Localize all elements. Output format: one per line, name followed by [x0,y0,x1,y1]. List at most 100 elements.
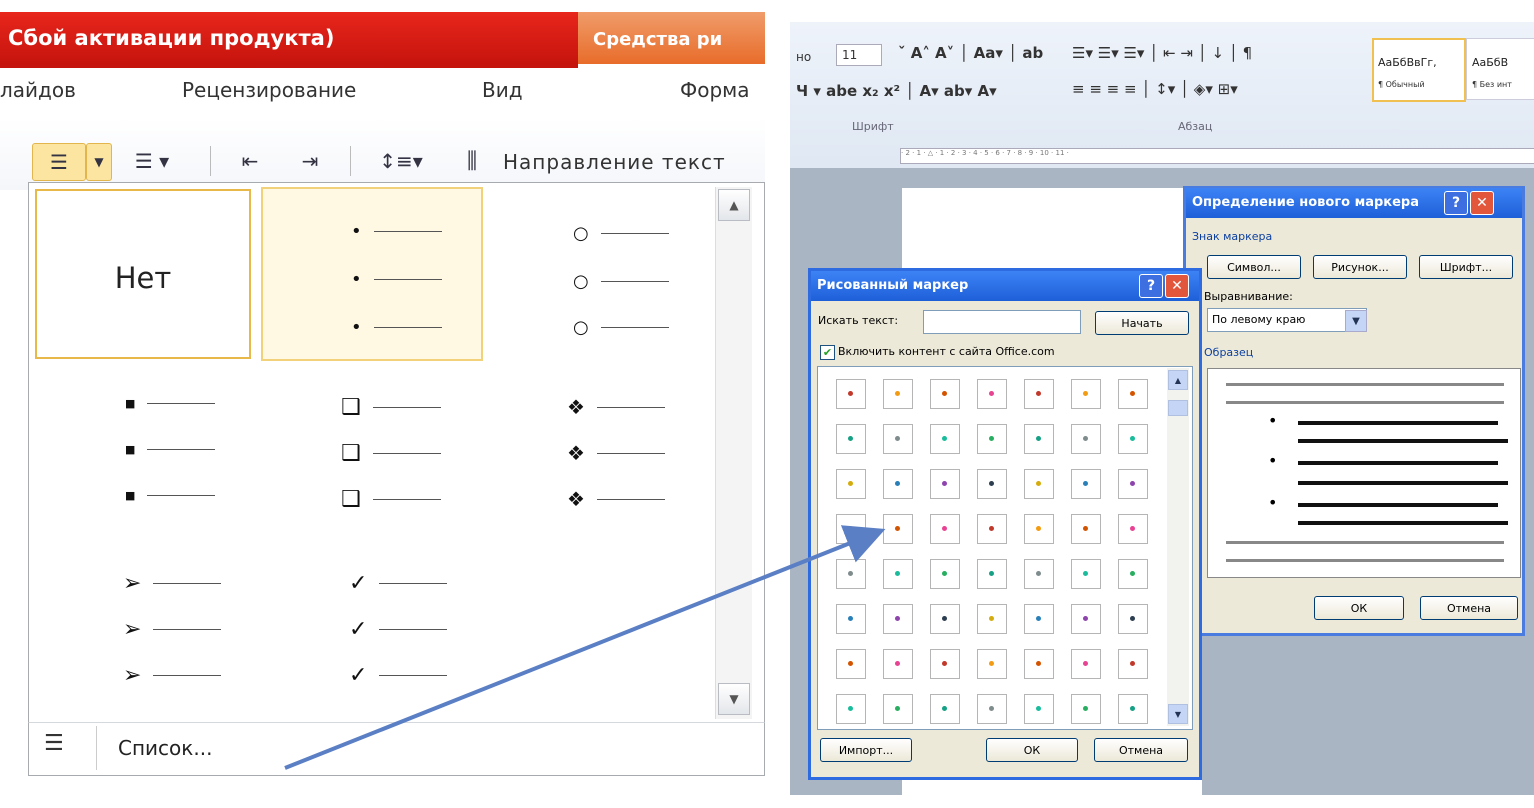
bullet-picture-cell[interactable] [1118,514,1148,544]
list-buttons-icon[interactable]: ☰▾ ☰▾ ☰▾ │ ⇤ ⇥ │ ↓ │ ¶ [1072,44,1252,62]
bullet-picture-cell[interactable] [930,559,960,589]
bullets-dropdown-button[interactable]: ▼ [86,143,112,181]
bullet-picture-cell[interactable] [1071,469,1101,499]
bullets-button[interactable]: ☰ [32,143,86,181]
grid-scrollbar[interactable]: ▲ ▼ [1167,368,1189,726]
search-input[interactable] [923,310,1081,334]
increase-indent-button[interactable]: ⇥ [290,143,330,179]
scroll-down-icon[interactable]: ▼ [1168,704,1188,724]
bullet-picture-cell[interactable] [836,694,866,724]
grow-font-icon[interactable]: ˇ A˄ A˅ │ Aa▾ │ ab [898,44,1043,62]
bullet-picture-cell[interactable] [1118,559,1148,589]
bullet-picture-cell[interactable] [1118,649,1148,679]
tab-slides[interactable]: лайдов [0,78,76,102]
symbol-button[interactable]: Символ... [1207,255,1301,279]
scroll-up-icon[interactable]: ▲ [718,189,750,221]
font-format-icon[interactable]: Ч ▾ abe x₂ x² │ A▾ ab▾ A▾ [796,82,997,100]
bullet-picture-cell[interactable] [883,694,913,724]
bullet-picture-cell[interactable] [930,514,960,544]
bullet-picture-cell[interactable] [883,559,913,589]
bullet-picture-cell[interactable] [836,649,866,679]
bullet-picture-cell[interactable] [1024,469,1054,499]
import-button[interactable]: Импорт... [820,738,912,762]
style-normal[interactable] [1372,38,1466,102]
paragraph-align-icon[interactable]: ≡ ≡ ≡ ≡ │ ↕▾ │ ◈▾ ⊞▾ [1072,80,1238,98]
bullet-picture-cell[interactable] [1071,559,1101,589]
alignment-select[interactable]: По левому краю [1207,308,1367,332]
bullet-picture-cell[interactable] [836,379,866,409]
bullet-option-square[interactable]: ■ ■ ■ [33,373,253,523]
help-icon[interactable]: ? [1139,274,1163,298]
bullet-picture-cell[interactable] [1118,694,1148,724]
style-no-spacing[interactable] [1466,38,1534,100]
bullet-picture-cell[interactable] [930,469,960,499]
bullet-picture-cell[interactable] [930,424,960,454]
scroll-down-icon[interactable]: ▼ [718,683,750,715]
chevron-down-icon[interactable]: ▼ [1345,310,1367,332]
font-button[interactable]: Шрифт... [1419,255,1513,279]
close-icon[interactable]: ✕ [1470,191,1494,215]
define-cancel-button[interactable]: Отмена [1420,596,1518,620]
bullet-picture-cell[interactable] [883,379,913,409]
line-spacing-button[interactable]: ↕≡▾ [370,143,432,179]
bullet-picture-cell[interactable] [1071,424,1101,454]
bullet-picture-cell[interactable] [836,469,866,499]
tab-review[interactable]: Рецензирование [182,78,356,102]
horizontal-ruler[interactable]: · 2 · 1 · △ · 1 · 2 · 3 · 4 · 5 · 6 · 7 … [900,148,1534,164]
include-office-checkbox[interactable]: ✔ [820,345,835,360]
bullet-option-dot[interactable]: • • • [261,187,483,361]
bullet-picture-cell[interactable] [977,424,1007,454]
bullet-option-box[interactable]: ❑ ❑ ❑ [261,373,481,523]
bullet-picture-cell[interactable] [977,514,1007,544]
bullet-picture-cell[interactable] [883,649,913,679]
bullet-picture-cell[interactable] [1071,649,1101,679]
define-ok-button[interactable]: ОК [1314,596,1404,620]
bullet-picture-cell[interactable] [977,379,1007,409]
picture-button[interactable]: Рисунок... [1313,255,1407,279]
bullet-picture-cell[interactable] [930,379,960,409]
decrease-indent-button[interactable]: ⇤ [230,143,270,179]
bullet-picture-cell[interactable] [1071,604,1101,634]
bullet-picture-cell[interactable] [836,424,866,454]
bullet-option-circle[interactable]: ○ ○ ○ [491,187,711,361]
bullet-picture-cell[interactable] [977,694,1007,724]
bullet-picture-cell[interactable] [1118,424,1148,454]
bullet-option-diamonds[interactable]: ❖ ❖ ❖ [491,373,711,523]
text-direction-button[interactable]: ⫼ [450,143,494,179]
bullet-picture-cell[interactable] [930,649,960,679]
numbering-button[interactable]: ☰ ▾ [122,143,182,179]
tab-format[interactable]: Форма [680,78,750,102]
bullet-picture-cell[interactable] [1024,514,1054,544]
start-search-button[interactable]: Начать [1095,311,1189,335]
bullet-picture-cell[interactable] [977,649,1007,679]
picture-cancel-button[interactable]: Отмена [1094,738,1188,762]
bullet-picture-cell[interactable] [1024,559,1054,589]
help-icon[interactable]: ? [1444,191,1468,215]
picture-ok-button[interactable]: ОК [986,738,1078,762]
bullet-picture-cell[interactable] [836,514,866,544]
bullet-picture-cell[interactable] [883,424,913,454]
close-icon[interactable]: ✕ [1165,274,1189,298]
bullet-option-none[interactable]: Нет [35,189,251,359]
bullet-picture-cell[interactable] [1071,514,1101,544]
bullet-picture-cell[interactable] [977,559,1007,589]
bullet-picture-cell[interactable] [883,514,913,544]
bullet-picture-cell[interactable] [1071,379,1101,409]
bullet-picture-cell[interactable] [930,604,960,634]
font-name-box[interactable]: но [796,50,811,64]
bullet-picture-cell[interactable] [883,604,913,634]
bullet-picture-cell[interactable] [1024,604,1054,634]
bullet-picture-cell[interactable] [836,604,866,634]
bullet-picture-cell[interactable] [1024,649,1054,679]
bullet-picture-cell[interactable] [977,469,1007,499]
bullet-option-arrow[interactable]: ➢ ➢ ➢ [33,553,253,703]
bullet-picture-cell[interactable] [1024,379,1054,409]
bullet-picture-cell[interactable] [1118,604,1148,634]
scroll-up-icon[interactable]: ▲ [1168,370,1188,390]
scroll-thumb[interactable] [1168,400,1188,416]
bullet-picture-cell[interactable] [1118,379,1148,409]
bullet-picture-cell[interactable] [1118,469,1148,499]
bullet-picture-cell[interactable] [1071,694,1101,724]
bullet-picture-cell[interactable] [930,694,960,724]
bullet-picture-cell[interactable] [977,604,1007,634]
